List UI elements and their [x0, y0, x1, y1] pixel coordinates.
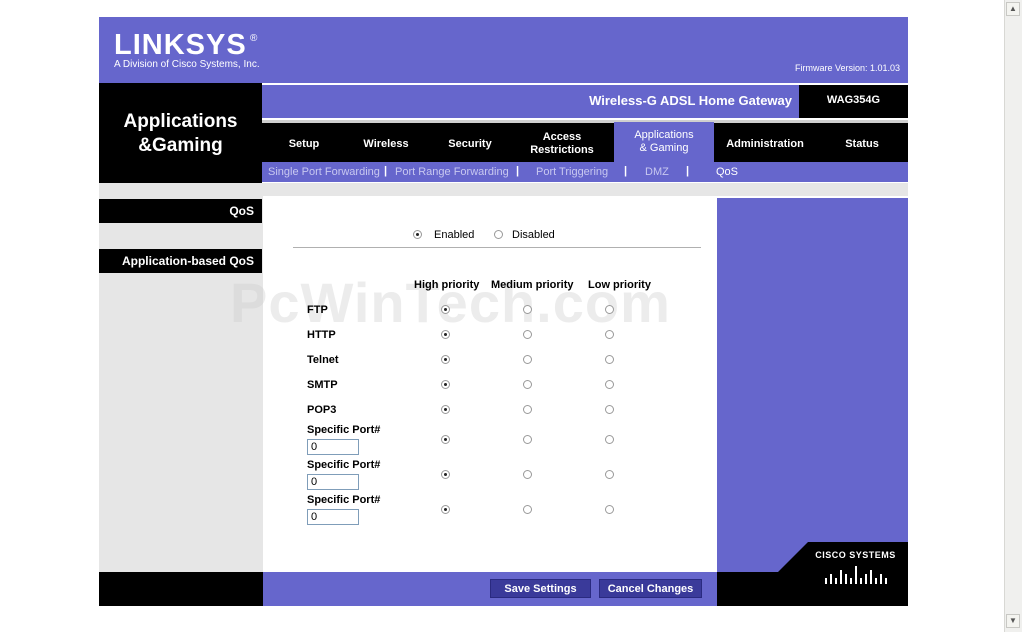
subnav-separator: | — [686, 165, 690, 177]
smtp-low-radio[interactable] — [605, 380, 614, 389]
product-name: Wireless-G ADSL Home Gateway — [589, 93, 792, 108]
pop3-high-radio[interactable] — [441, 405, 450, 414]
port3-high-radio[interactable] — [441, 505, 450, 514]
tab-access-line2: Restrictions — [530, 144, 594, 156]
subnav-separator: | — [624, 165, 628, 177]
pop3-low-radio[interactable] — [605, 405, 614, 414]
subnav-separator: | — [516, 165, 520, 177]
tab-apps-line2: & Gaming — [639, 142, 689, 154]
row-label-smtp: SMTP — [307, 379, 338, 391]
subnav-qos[interactable]: QoS — [716, 166, 738, 178]
tab-administration[interactable]: Administration — [716, 126, 814, 162]
port1-high-radio[interactable] — [441, 435, 450, 444]
port2-medium-radio[interactable] — [523, 470, 532, 479]
tab-access-line1: Access — [542, 131, 582, 143]
pop3-medium-radio[interactable] — [523, 405, 532, 414]
telnet-high-radio[interactable] — [441, 355, 450, 364]
section-title-line1: Applications — [123, 111, 238, 132]
section-title: Applications &Gaming — [99, 110, 262, 158]
subnav-separator: | — [384, 165, 388, 177]
registered-mark: ® — [250, 33, 258, 44]
tab-access-restrictions[interactable]: Access Restrictions — [516, 126, 608, 162]
tab-strip-divider — [262, 120, 908, 123]
http-high-radio[interactable] — [441, 330, 450, 339]
section-title-line2: &Gaming — [138, 135, 223, 156]
scroll-up-arrow-icon[interactable]: ▲ — [1006, 2, 1020, 16]
scroll-down-arrow-icon[interactable]: ▼ — [1006, 614, 1020, 628]
specific-port-1-input[interactable] — [307, 439, 359, 455]
logo-tagline: A Division of Cisco Systems, Inc. — [114, 59, 260, 70]
row-label-ftp: FTP — [307, 304, 328, 316]
port2-high-radio[interactable] — [441, 470, 450, 479]
header-high-priority: High priority — [414, 279, 480, 291]
subnav-single-port-forwarding[interactable]: Single Port Forwarding — [268, 166, 380, 178]
smtp-medium-radio[interactable] — [523, 380, 532, 389]
header-medium-priority: Medium priority — [491, 279, 574, 291]
save-settings-button[interactable]: Save Settings — [490, 579, 591, 598]
tab-wireless[interactable]: Wireless — [350, 126, 422, 162]
ftp-high-radio[interactable] — [441, 305, 450, 314]
qos-enabled-label: Enabled — [434, 229, 475, 241]
http-medium-radio[interactable] — [523, 330, 532, 339]
row-label-specific-port-2: Specific Port# — [307, 459, 381, 471]
subnav-dmz[interactable]: DMZ — [645, 166, 669, 178]
tab-apps-line1: Applications — [634, 129, 694, 141]
qos-disabled-label: Disabled — [512, 229, 555, 241]
subnav-port-range-forwarding[interactable]: Port Range Forwarding — [395, 166, 509, 178]
port1-low-radio[interactable] — [605, 435, 614, 444]
ftp-low-radio[interactable] — [605, 305, 614, 314]
tab-setup[interactable]: Setup — [268, 126, 340, 162]
cancel-changes-button[interactable]: Cancel Changes — [599, 579, 702, 598]
linksys-logo: LINKSYS — [114, 29, 247, 61]
qos-disabled-radio[interactable] — [494, 230, 503, 239]
footer-left — [99, 572, 263, 606]
port2-low-radio[interactable] — [605, 470, 614, 479]
cisco-bridge-icon — [825, 566, 887, 584]
telnet-medium-radio[interactable] — [523, 355, 532, 364]
specific-port-2-input[interactable] — [307, 474, 359, 490]
port3-low-radio[interactable] — [605, 505, 614, 514]
specific-port-3-input[interactable] — [307, 509, 359, 525]
telnet-low-radio[interactable] — [605, 355, 614, 364]
gray-band — [99, 183, 908, 196]
row-label-telnet: Telnet — [307, 354, 339, 366]
smtp-high-radio[interactable] — [441, 380, 450, 389]
tab-status[interactable]: Status — [826, 126, 898, 162]
port1-medium-radio[interactable] — [523, 435, 532, 444]
cisco-corner — [778, 542, 808, 572]
subnav-port-triggering[interactable]: Port Triggering — [536, 166, 608, 178]
section-divider — [293, 247, 701, 248]
row-label-specific-port-3: Specific Port# — [307, 494, 381, 506]
header-low-priority: Low priority — [588, 279, 651, 291]
qos-enabled-radio[interactable] — [413, 230, 422, 239]
vertical-scrollbar[interactable] — [1004, 0, 1022, 632]
tab-applications-gaming[interactable]: Applications & Gaming — [614, 124, 714, 160]
firmware-version: Firmware Version: 1.01.03 — [794, 63, 900, 73]
help-panel — [717, 198, 908, 572]
model-name: WAG354G — [826, 94, 881, 106]
ftp-medium-radio[interactable] — [523, 305, 532, 314]
row-label-specific-port-1: Specific Port# — [307, 424, 381, 436]
port3-medium-radio[interactable] — [523, 505, 532, 514]
tab-security[interactable]: Security — [432, 126, 508, 162]
http-low-radio[interactable] — [605, 330, 614, 339]
row-label-http: HTTP — [307, 329, 336, 341]
cisco-logo: CISCO SYSTEMS — [815, 550, 896, 560]
side-label-qos: QoS — [99, 199, 262, 223]
row-label-pop3: POP3 — [307, 404, 337, 416]
